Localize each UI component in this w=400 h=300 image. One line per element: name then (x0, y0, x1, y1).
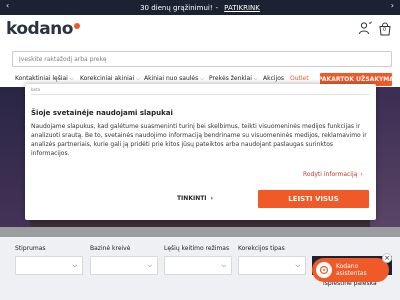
accept-all-button[interactable]: LEISTI VISUS (258, 190, 369, 208)
chat-icon (319, 265, 329, 275)
chevron-down-icon: ⌵ (136, 75, 140, 82)
filter-label-base-curve: Bazinė kreivė (90, 245, 131, 252)
promo-link[interactable]: PATIKRINK (224, 4, 260, 12)
chevron-right-icon: › (210, 194, 214, 202)
customize-button[interactable]: TINKINTI › (150, 190, 240, 206)
nav-item-glasses[interactable]: Korekciniai akiniai ⌵ (80, 75, 140, 82)
cookie-consent-dialog: beta Šioje svetainėje naudojami slapukai… (25, 84, 376, 220)
chevron-down-icon: ⌵ (147, 262, 152, 269)
dialog-tag: beta (31, 87, 41, 92)
nav-item-label: Akiniai nuo saulės (144, 75, 199, 82)
search-input[interactable] (19, 55, 391, 63)
nav-item-label: Korekciniai akiniai (80, 75, 135, 82)
chevron-down-icon: ⌵ (295, 262, 300, 269)
logo-text: kodano (6, 19, 73, 39)
base-curve-select[interactable]: ⌵ (90, 256, 158, 275)
nav-item-label: Akcijos (263, 75, 285, 82)
chevron-left-icon[interactable]: ‹ (6, 1, 9, 10)
filter-label-correction: Korekcijos tipas (238, 245, 285, 252)
nav-item-sunglasses[interactable]: Akiniai nuo saulės ⌵ (144, 75, 204, 82)
assistant-avatar (316, 262, 332, 278)
promo-text: 30 dienų grąžinimui! (140, 3, 213, 12)
filter-label-replacement: Lęšių keitimo režimas (164, 245, 230, 252)
filter-label-power: Stiprumas (15, 245, 46, 252)
show-details-link[interactable]: Rodyti informaciją › (303, 171, 363, 178)
divider (31, 94, 370, 95)
nav-item-label: Kontaktiniai lęšiai (15, 75, 68, 82)
customize-label: TINKINTI (176, 194, 207, 202)
logo-dot (73, 22, 80, 29)
nav-item-label: Prekės ženklai (209, 75, 252, 82)
correction-select[interactable]: ⌵ (238, 256, 306, 275)
assistant-line2: asistentas (336, 270, 367, 277)
nav-item-sales[interactable]: Akcijos (263, 75, 284, 82)
chevron-right-icon: › (360, 171, 363, 178)
nav-item-outlet[interactable]: Outlet (290, 75, 309, 82)
nav-item-label: Outlet (290, 75, 309, 82)
chevron-down-icon: ⌵ (253, 75, 258, 82)
close-icon[interactable]: × (382, 253, 392, 263)
chevron-right-icon[interactable]: › (391, 1, 394, 10)
promo-separator: - (215, 3, 219, 12)
logo[interactable]: kodano (6, 19, 80, 39)
cart-count: 0 (383, 27, 387, 33)
nav-item-brands[interactable]: Prekės ženklai ⌵ (209, 75, 258, 82)
chevron-down-icon: ⌵ (200, 75, 205, 82)
dialog-body: Naudojame slapukus, kad galėtume suasmen… (31, 123, 367, 157)
assistant-line1: Kodano (336, 263, 359, 270)
chevron-down-icon: ⌵ (221, 262, 226, 269)
replacement-select[interactable]: ⌵ (164, 256, 232, 275)
promo-bar: ‹ 30 dienų grąžinimui! - PATIKRINK › (0, 0, 400, 15)
chevron-down-icon: ⌵ (72, 262, 77, 269)
chevron-down-icon: ⌵ (69, 75, 74, 82)
assistant-chat-button[interactable]: Kodano asistentas × (312, 253, 392, 282)
site-header: kodano 0 (0, 15, 400, 45)
assistant-label: Kodano asistentas (336, 263, 367, 277)
show-details-label: Rodyti informaciją (303, 171, 358, 178)
shopping-bag-icon[interactable]: 0 (378, 21, 392, 36)
search-bar[interactable] (12, 51, 392, 67)
dialog-title: Šioje svetainėje naudojami slapukai (31, 109, 173, 117)
user-icon[interactable] (358, 21, 372, 35)
nav-item-contact-lenses[interactable]: Kontaktiniai lęšiai ⌵ (15, 75, 74, 82)
power-select[interactable]: ⌵ (15, 256, 83, 275)
